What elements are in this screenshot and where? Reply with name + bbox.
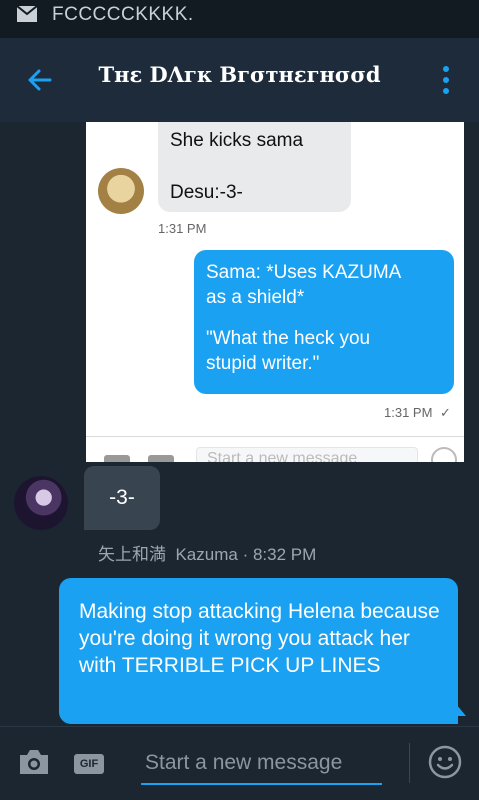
avatar[interactable] <box>14 476 68 530</box>
divider <box>409 743 410 783</box>
mail-icon <box>17 6 37 22</box>
attachment-avatar <box>98 168 144 214</box>
arrow-left-icon[interactable] <box>22 62 58 98</box>
message-text: Making stop attacking Helena because you… <box>79 600 440 677</box>
status-text: FCCCCCKKKK. <box>52 4 194 25</box>
sent-message-bubble: Making stop attacking Helena because you… <box>59 578 458 724</box>
author-name: Kazuma <box>175 545 238 564</box>
author-jp: 矢上和満 <box>98 545 166 564</box>
emoji-icon <box>431 447 457 462</box>
app-bar: Tнε DΛгк Bгσтнεгнσσd <box>0 38 479 122</box>
attachment-composer: Start a new message <box>86 436 464 462</box>
message-input[interactable] <box>141 743 382 785</box>
attachment-line: Sama: *Uses KAZUMA <box>206 262 402 283</box>
received-message-bubble: -3- <box>84 466 160 530</box>
attachment-timestamp: 1:31 PM ✓ <box>384 405 451 421</box>
camera-icon <box>104 455 130 462</box>
camera-icon[interactable] <box>17 747 51 777</box>
attachment-sent-bubble: Sama: *Uses KAZUMA as a shield* "What th… <box>194 250 454 394</box>
attachment-line: She kicks sama <box>170 130 304 151</box>
attachment-line: Desu:-3- <box>170 182 243 203</box>
composer-bar: GIF <box>0 726 479 800</box>
meta-separator: · <box>242 545 249 564</box>
status-bar: FCCCCCKKKK. <box>0 0 479 38</box>
gif-button[interactable]: GIF <box>74 754 104 774</box>
message-text: -3- <box>109 486 135 509</box>
attachment-line: "What the heck you <box>206 328 371 349</box>
read-check-icon: ✓ <box>440 405 451 420</box>
message-time: 8:32 PM <box>252 545 317 564</box>
message-list[interactable]: She kicks sama Desu:-3- 1:31 PM Sama: *U… <box>0 122 479 726</box>
attachment-input: Start a new message <box>196 447 418 462</box>
attachment-line: stupid writer." <box>206 353 320 374</box>
image-attachment[interactable]: She kicks sama Desu:-3- 1:31 PM Sama: *U… <box>86 122 464 462</box>
attachment-placeholder: Start a new message <box>207 450 358 462</box>
attachment-time-text: 1:31 PM <box>384 405 433 420</box>
conversation-title: Tнε DΛгк Bгσтнεгнσσd <box>98 62 381 87</box>
emoji-icon[interactable] <box>428 745 462 779</box>
attachment-received-bubble: She kicks sama Desu:-3- <box>158 122 351 212</box>
gif-icon <box>148 455 174 462</box>
attachment-line: as a shield* <box>206 287 305 308</box>
attachment-timestamp: 1:31 PM <box>158 221 207 236</box>
more-vertical-icon[interactable] <box>436 64 456 98</box>
message-meta: 矢上和満 Kazuma · 8:32 PM <box>98 540 316 565</box>
